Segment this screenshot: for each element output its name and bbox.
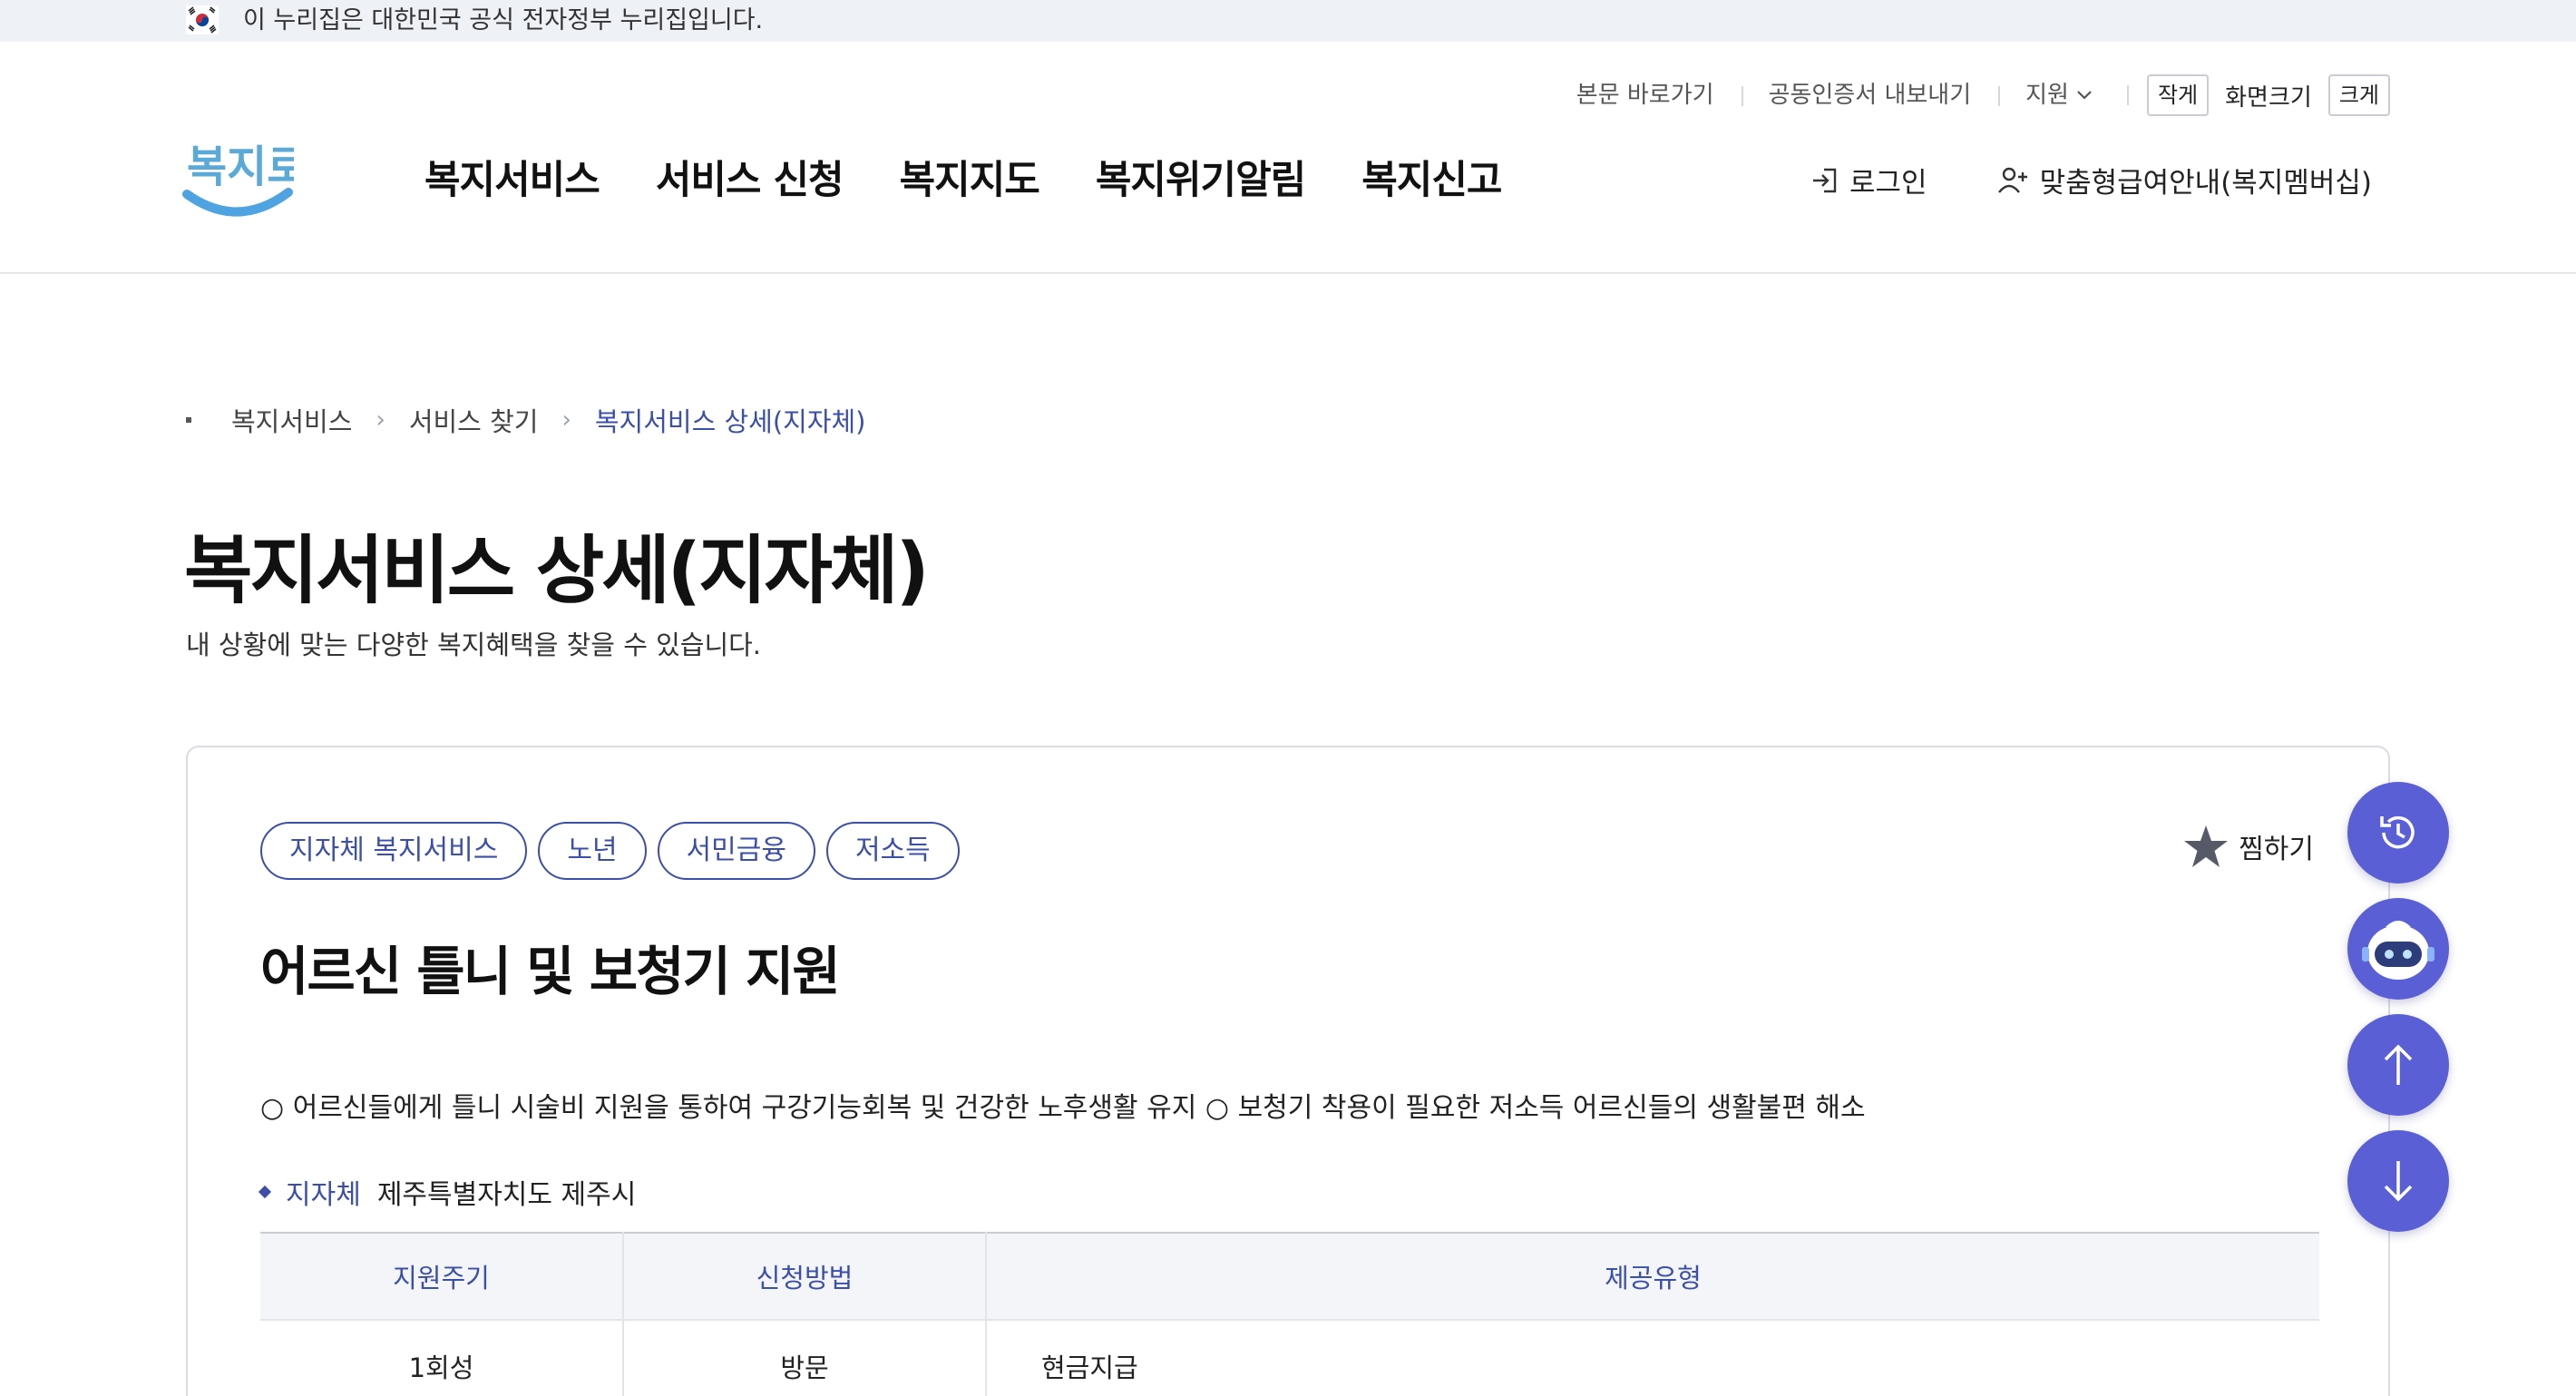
history-button[interactable] — [2347, 782, 2449, 883]
table-cell: 현금지급 — [985, 1320, 2319, 1396]
organization-info: 지자체 제주특별자치도 제주시 — [258, 1172, 637, 1212]
membership-button[interactable]: 맞춤형급여안내(복지멤버십) — [1996, 160, 2372, 200]
main-nav: 복지서비스 서비스 신청 복지지도 복지위기알림 복지신고 — [424, 149, 1502, 205]
nav-welfare-map[interactable]: 복지지도 — [900, 149, 1040, 205]
skip-to-content-link[interactable]: 본문 바로가기 — [1549, 73, 1742, 118]
breadcrumb-item[interactable]: 복지서비스 — [231, 401, 352, 439]
table-row: 1회성 방문 현금지급 — [260, 1320, 2319, 1396]
tag-finance[interactable]: 서민금융 — [657, 822, 815, 880]
chevron-down-icon — [2077, 91, 2092, 100]
scroll-top-button[interactable] — [2347, 1014, 2449, 1116]
nav-service-apply[interactable]: 서비스 신청 — [656, 149, 844, 205]
font-small-button[interactable]: 작게 — [2146, 74, 2210, 116]
nav-crisis-alert[interactable]: 복지위기알림 — [1096, 149, 1306, 205]
chevron-right-icon: › — [376, 406, 385, 434]
scroll-bottom-button[interactable] — [2347, 1130, 2449, 1232]
login-icon — [1813, 168, 1837, 192]
table-header: 제공유형 — [985, 1233, 2319, 1321]
table-cell: 방문 — [622, 1320, 986, 1396]
bokjiro-logo[interactable]: 복지로 — [181, 129, 294, 223]
service-title: 어르신 틀니 및 보청기 지원 — [260, 941, 841, 1002]
support-dropdown[interactable]: 지원 — [1998, 73, 2120, 118]
tag-local-welfare[interactable]: 지자체 복지서비스 — [260, 822, 528, 880]
nav-welfare-service[interactable]: 복지서비스 — [424, 149, 600, 205]
tag-low-income[interactable]: 저소득 — [825, 822, 960, 880]
table-cell: 1회성 — [408, 1352, 474, 1383]
page-title: 복지서비스 상세(지자체) — [184, 528, 930, 614]
table-header-row: 지원주기 신청방법 제공유형 — [260, 1233, 2319, 1321]
user-add-icon — [1997, 167, 2027, 193]
nav-welfare-report[interactable]: 복지신고 — [1361, 149, 1502, 205]
member-menu: 로그인 맞춤형급여안내(복지멤버십) — [1810, 160, 2372, 200]
page-description: 내 상황에 맞는 다양한 복지혜택을 찾을 수 있습니다. — [186, 630, 762, 660]
login-label: 로그인 — [1849, 167, 1927, 200]
table-header: 지원주기 — [260, 1233, 623, 1321]
organization-label: 지자체 — [286, 1179, 361, 1211]
site-header: 본문 바로가기 공동인증서 내보내기 지원 작게 화면크기 크게 복지로 복지서… — [0, 42, 2576, 274]
chatbot-button[interactable] — [2347, 898, 2449, 1000]
organization-value: 제주특별자치도 제주시 — [376, 1179, 637, 1211]
logo-text: 복지로 — [187, 142, 294, 192]
service-info-table: 지원주기 신청방법 제공유형 1회성 방문 현금지급 — [260, 1232, 2319, 1396]
service-card: 지자체 복지서비스 노년 서민금융 저소득 찜하기 어르신 틀니 및 보청기 지… — [186, 746, 2390, 1396]
membership-label: 맞춤형급여안내(복지멤버십) — [2039, 167, 2372, 200]
cert-export-link[interactable]: 공동인증서 내보내기 — [1741, 73, 1999, 118]
star-icon — [2184, 825, 2229, 867]
breadcrumb-dot — [186, 417, 191, 423]
tag-elderly[interactable]: 노년 — [538, 822, 647, 880]
history-icon — [2380, 815, 2415, 849]
chatbot-icon — [2362, 921, 2435, 980]
gov-banner: 이 누리집은 대한민국 공식 전자정부 누리집입니다. — [0, 0, 2576, 42]
gov-banner-text: 이 누리집은 대한민국 공식 전자정부 누리집입니다. — [243, 6, 764, 34]
breadcrumb-current: 복지서비스 상세(지자체) — [594, 406, 866, 437]
screen-size-label: 화면크기 — [2225, 83, 2312, 112]
arrow-down-icon — [2384, 1161, 2413, 1202]
utility-bar: 본문 바로가기 공동인증서 내보내기 지원 작게 화면크기 크게 — [1549, 73, 2390, 118]
korea-flag-icon — [186, 5, 219, 34]
favorite-label: 찜하기 — [2239, 834, 2314, 865]
service-description: ○ 어르신들에게 틀니 시술비 지원을 통하여 구강기능회복 및 건강한 노후생… — [260, 1092, 1866, 1124]
breadcrumb-item[interactable]: 서비스 찾기 — [409, 401, 539, 439]
divider — [2126, 85, 2129, 105]
chevron-right-icon: › — [561, 406, 571, 434]
breadcrumb: 복지서비스 › 서비스 찾기 › 복지서비스 상세(지자체) — [186, 401, 866, 439]
table-header: 신청방법 — [622, 1233, 986, 1321]
login-button[interactable]: 로그인 — [1810, 160, 1927, 200]
support-label: 지원 — [2025, 82, 2069, 109]
favorite-button[interactable]: 찜하기 — [2182, 824, 2314, 869]
diamond-bullet-icon — [258, 1185, 272, 1199]
tag-list: 지자체 복지서비스 노년 서민금융 저소득 — [260, 822, 960, 880]
font-large-button[interactable]: 크게 — [2327, 74, 2390, 116]
arrow-up-icon — [2384, 1044, 2413, 1085]
